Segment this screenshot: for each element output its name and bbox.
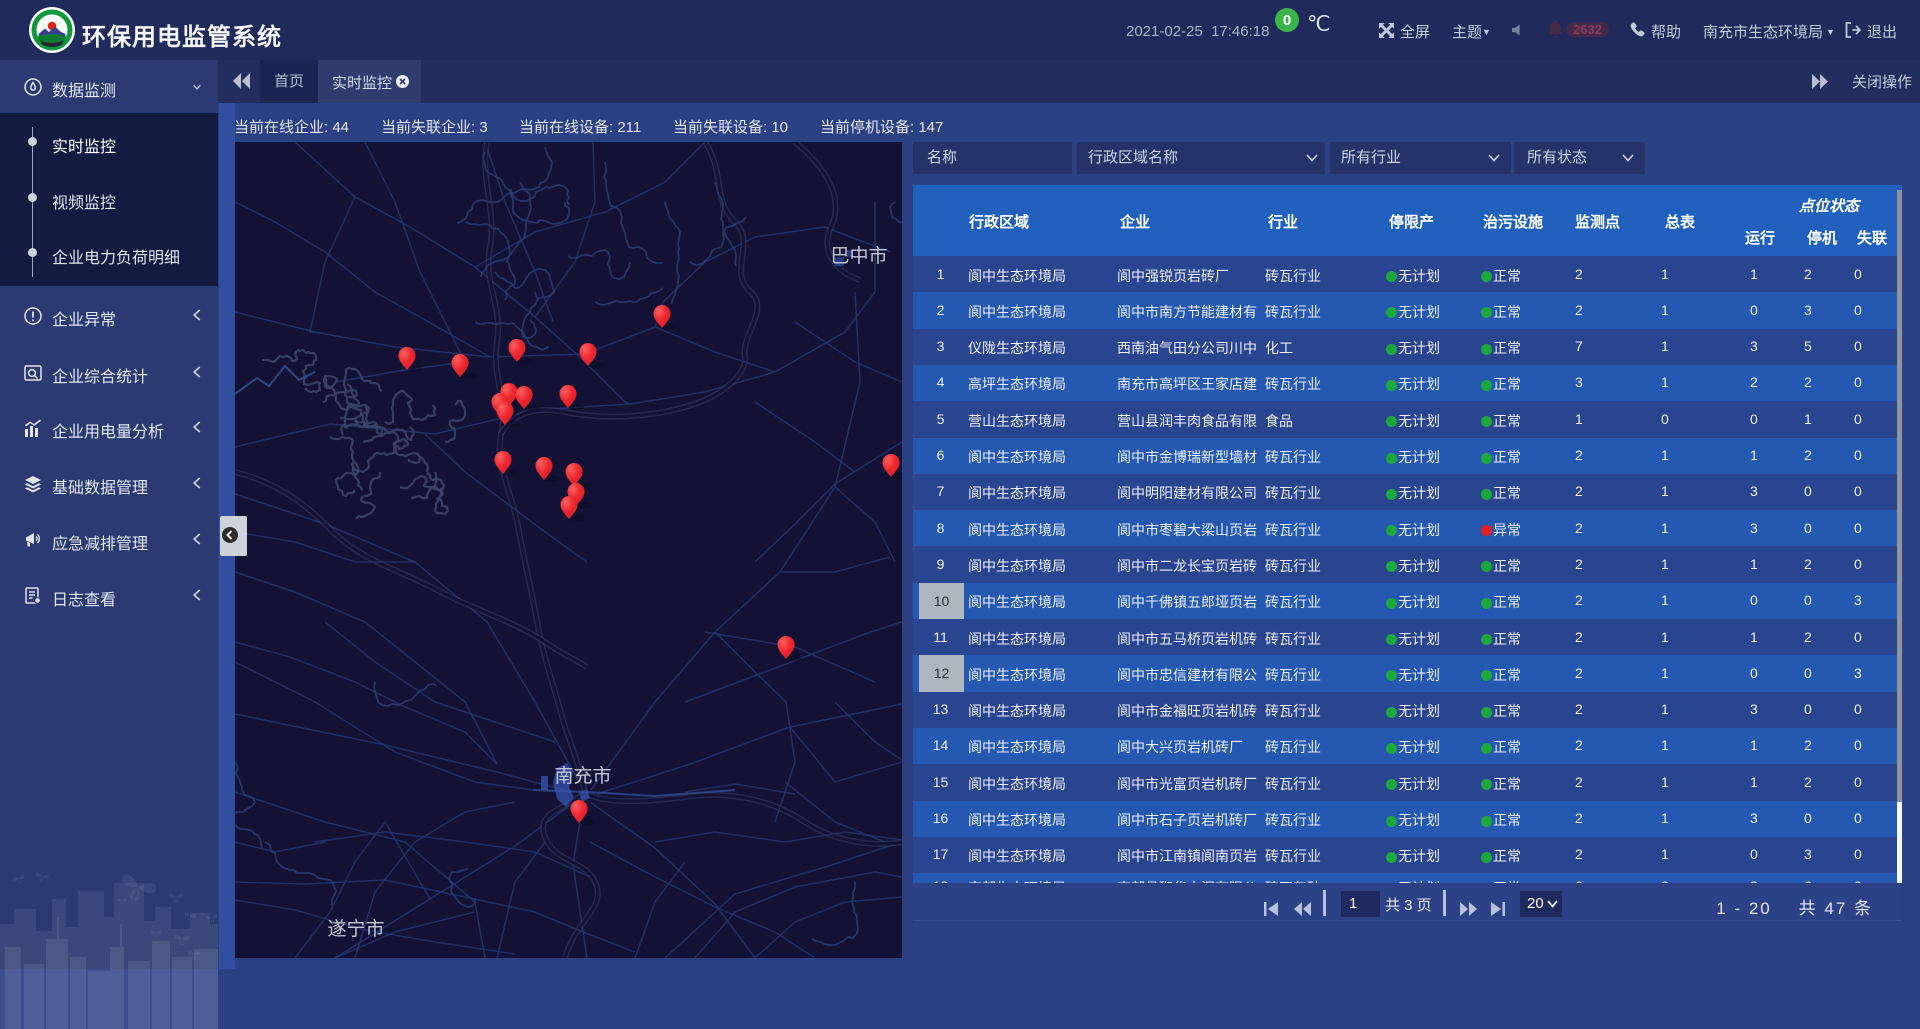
svg-text:巴中市: 巴中市 — [830, 245, 887, 267]
svg-text:遂宁市: 遂宁市 — [327, 918, 384, 940]
svg-text:0: 0 — [1283, 12, 1291, 29]
svg-text:南充市: 南充市 — [554, 765, 611, 787]
